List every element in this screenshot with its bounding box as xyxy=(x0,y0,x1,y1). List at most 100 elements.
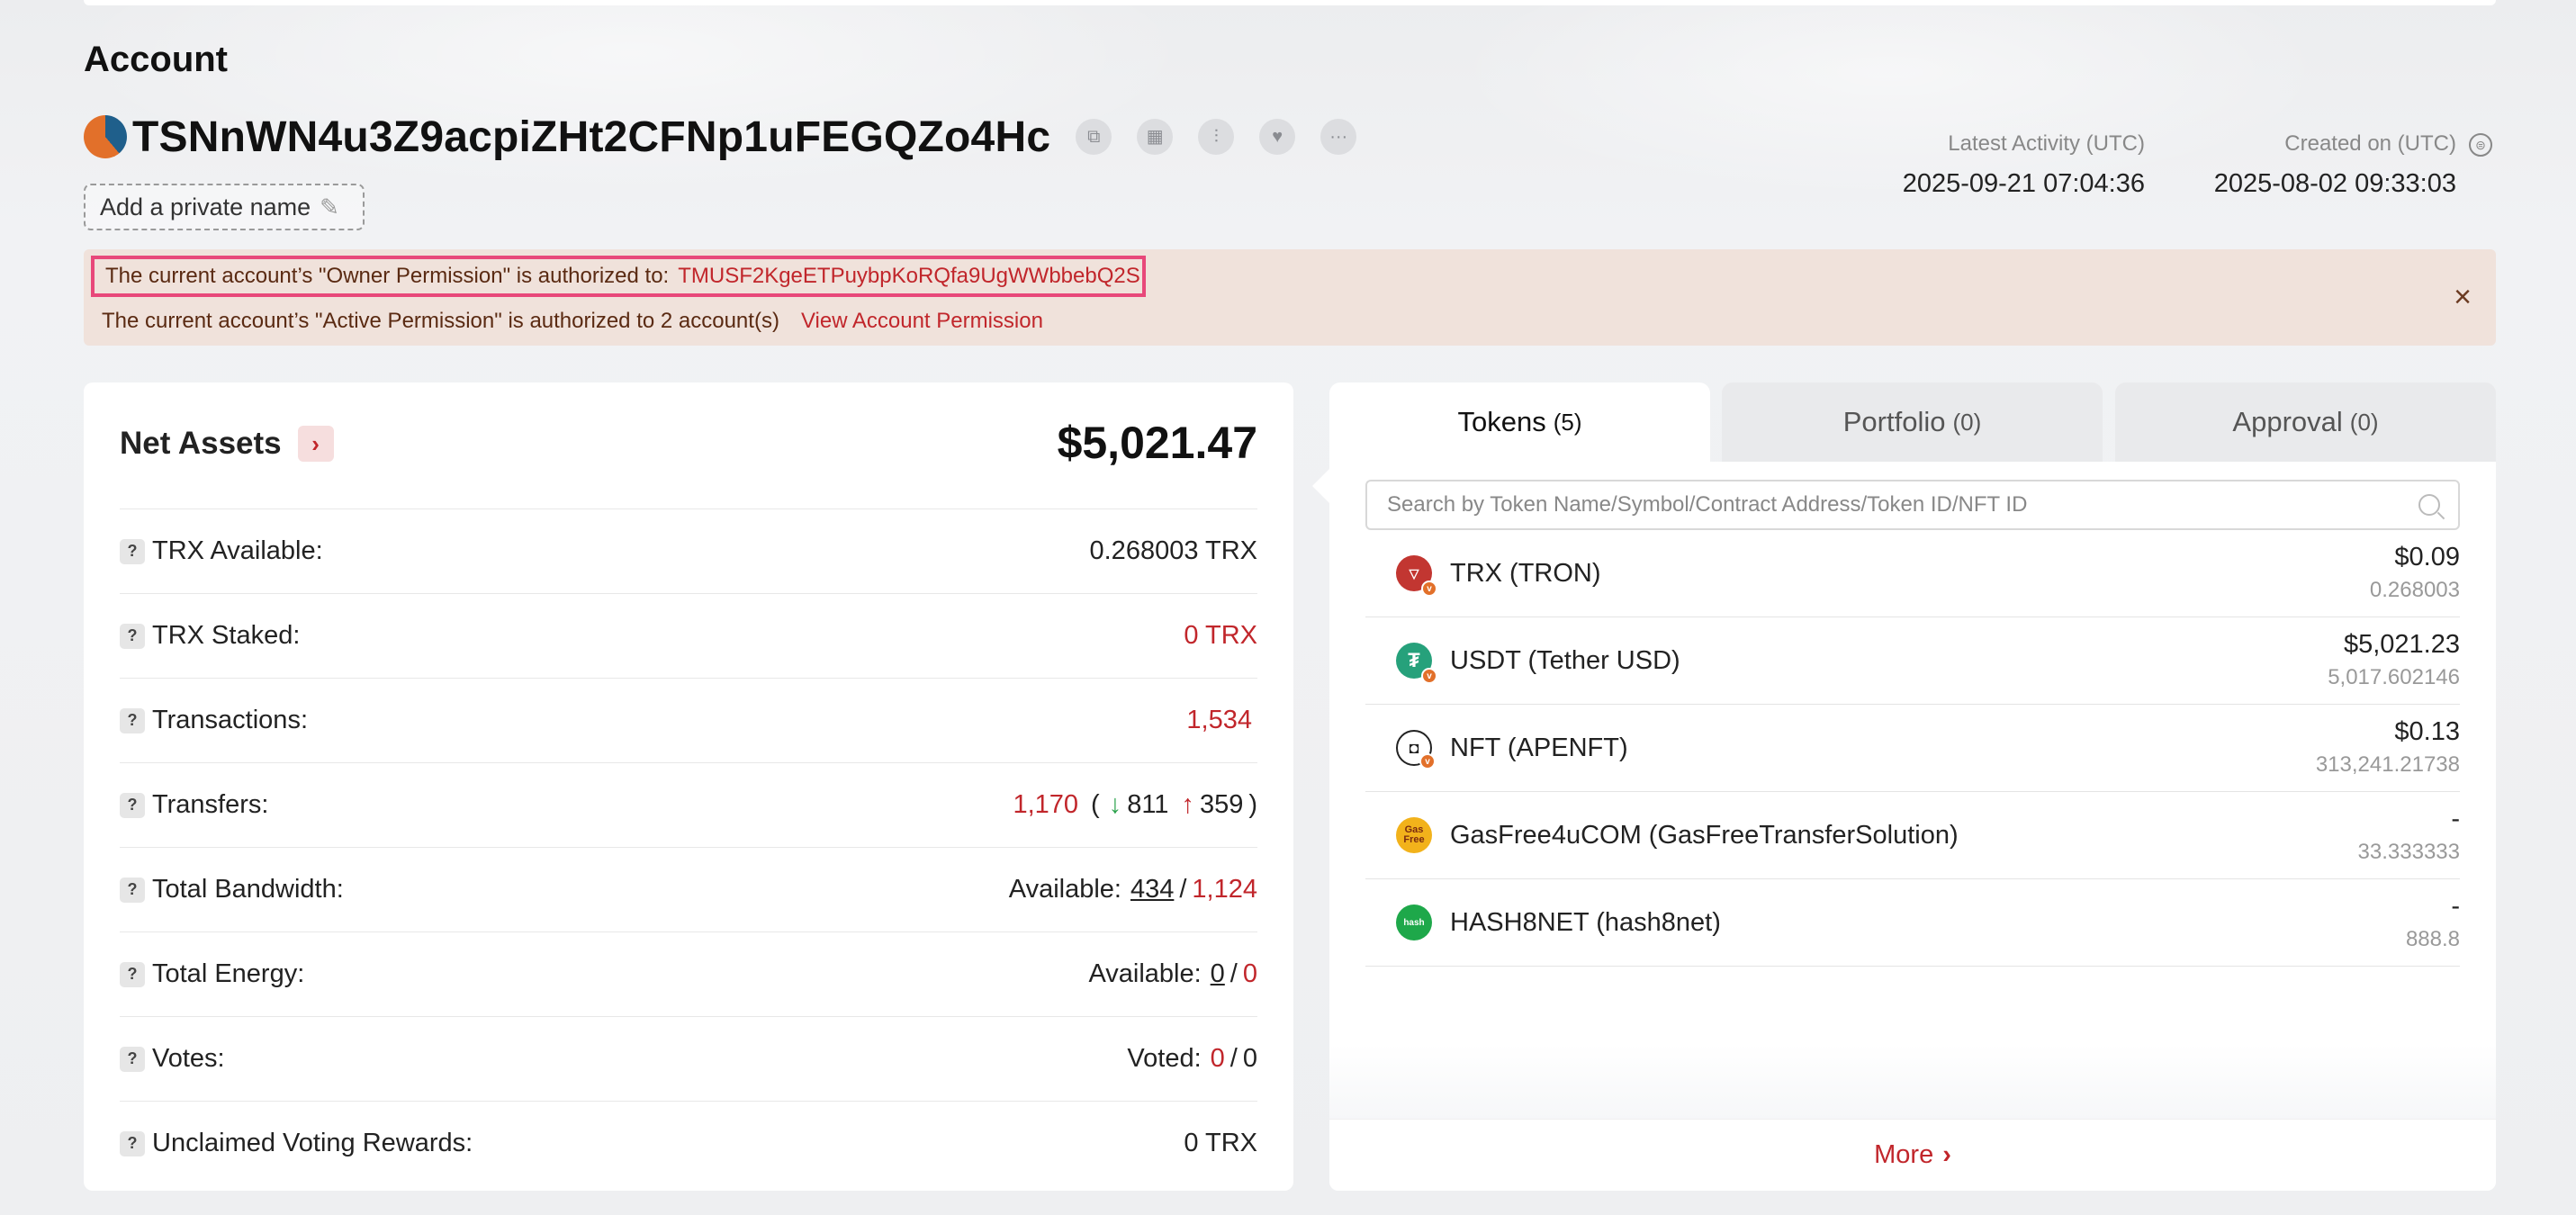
token-usd: - xyxy=(2451,892,2460,921)
qrcode-icon[interactable]: ▦ xyxy=(1137,119,1174,155)
transfers-value: 1,170 ( ↓ 811 ↑ 359 ) xyxy=(1013,790,1257,820)
tab-count: (0) xyxy=(1952,408,1982,436)
top-card-edge xyxy=(84,0,2496,5)
token-usd: $0.13 xyxy=(2394,717,2460,746)
row-trx-staked: ? TRX Staked: 0 TRX xyxy=(120,593,1257,678)
chevron-right-icon: › xyxy=(1942,1140,1951,1169)
close-icon[interactable]: × xyxy=(2447,282,2478,312)
row-transactions: ? Transactions: 1,534 xyxy=(120,678,1257,762)
transfers-total[interactable]: 1,170 xyxy=(1013,790,1078,820)
transactions-value[interactable]: 1,534 xyxy=(1186,706,1252,735)
votes-value: Voted: 0 / 0 xyxy=(1127,1044,1257,1074)
bandwidth-total: 1,124 xyxy=(1192,875,1257,904)
gasfree-icon: Gas Free xyxy=(1396,817,1432,853)
token-row-hash8net[interactable]: hash HASH8NET (hash8net) - 888.8 xyxy=(1365,879,2460,967)
verified-badge-icon: v xyxy=(1421,580,1437,597)
search-icon[interactable] xyxy=(2418,494,2440,516)
help-icon[interactable]: ? xyxy=(120,538,145,564)
row-label: Votes: xyxy=(152,1044,225,1073)
active-permission-line: The current account’s "Active Permission… xyxy=(102,305,1043,338)
copy-icon[interactable]: ⧉ xyxy=(1076,119,1112,155)
token-usd: - xyxy=(2451,805,2460,833)
gasfree-logo-text: Gas Free xyxy=(1403,824,1425,845)
tab-approval[interactable]: Approval (0) xyxy=(2115,382,2496,462)
row-label: TRX Available: xyxy=(152,536,323,565)
row-label: Unclaimed Voting Rewards: xyxy=(152,1129,473,1157)
token-usd: $5,021.23 xyxy=(2343,630,2460,659)
energy-prefix: Available: xyxy=(1088,959,1202,988)
net-assets-title: Net Assets › xyxy=(120,426,334,462)
token-name: NFT (APENFT) xyxy=(1450,733,1628,762)
token-usd: $0.09 xyxy=(2394,543,2460,572)
owner-address-link[interactable]: TMUSF2KgeETPuybpKoRQfa9UgWWbbebQ2S xyxy=(678,264,1140,289)
token-name: GasFree4uCOM (GasFreeTransferSolution) xyxy=(1450,820,1959,850)
account-avatar xyxy=(84,115,127,158)
rewards-value: 0 TRX xyxy=(1184,1129,1257,1157)
help-icon[interactable]: ? xyxy=(120,707,145,734)
help-icon[interactable]: ? xyxy=(120,1130,145,1156)
bandwidth-available: 434 xyxy=(1130,875,1175,904)
account-address: TSNnWN4u3Z9acpiZHt2CFNp1uFEGQZo4Hc xyxy=(132,112,1051,161)
token-row-trx[interactable]: ▽ v TRX (TRON) $0.09 0.268003 xyxy=(1365,530,2460,617)
votes-total: 0 xyxy=(1242,1044,1257,1073)
tab-label: Tokens xyxy=(1457,406,1546,437)
chart-icon[interactable]: ⫶ xyxy=(1198,119,1235,155)
private-name-label: Add a private name xyxy=(100,193,311,220)
tab-count: (5) xyxy=(1553,408,1582,436)
help-icon[interactable]: ? xyxy=(120,623,145,649)
tab-portfolio[interactable]: Portfolio (0) xyxy=(1722,382,2103,462)
owner-permission-line: The current account’s "Owner Permission"… xyxy=(91,256,1146,297)
transfers-out: 359 xyxy=(1199,790,1244,819)
transfers-in: 811 xyxy=(1127,790,1169,819)
tab-tokens[interactable]: Tokens (5) xyxy=(1329,382,1710,462)
token-row-nft[interactable]: ◘ v NFT (APENFT) $0.13 313,241.21738 xyxy=(1365,705,2460,792)
row-label: Total Bandwidth: xyxy=(152,875,344,904)
token-row-gasfree[interactable]: Gas Free GasFree4uCOM (GasFreeTransferSo… xyxy=(1365,792,2460,879)
token-list: ▽ v TRX (TRON) $0.09 0.268003 ₮ v USDT (… xyxy=(1365,530,2460,967)
token-search-input[interactable]: Search by Token Name/Symbol/Contract Add… xyxy=(1365,480,2460,530)
search-placeholder: Search by Token Name/Symbol/Contract Add… xyxy=(1387,492,2028,517)
token-name: USDT (Tether USD) xyxy=(1450,645,1680,675)
pencil-icon: ✎ xyxy=(320,193,339,220)
active-permission-text: The current account’s "Active Permission… xyxy=(102,309,779,333)
hash8net-logo-text: hash xyxy=(1403,917,1425,928)
asset-rows: ? TRX Available: 0.268003 TRX ? TRX Staked… xyxy=(120,508,1257,1185)
help-icon[interactable]: ? xyxy=(120,792,145,818)
row-votes: ? Votes: Voted: 0 / 0 xyxy=(120,1016,1257,1101)
permission-alert: The current account’s "Owner Permission"… xyxy=(84,249,2496,346)
token-amount: 0.268003 xyxy=(2369,578,2460,602)
hash8net-icon: hash xyxy=(1396,904,1432,940)
row-trx-available: ? TRX Available: 0.268003 TRX xyxy=(120,508,1257,593)
help-icon[interactable]: ? xyxy=(120,1046,145,1072)
votes-prefix: Voted: xyxy=(1127,1044,1202,1073)
latest-activity-label: Latest Activity (UTC) xyxy=(1948,131,2145,156)
bandwidth-prefix: Available: xyxy=(1008,875,1121,904)
token-row-usdt[interactable]: ₮ v USDT (Tether USD) $5,021.23 5,017.60… xyxy=(1365,617,2460,705)
account-address-row: TSNnWN4u3Z9acpiZHt2CFNp1uFEGQZo4Hc ⧉ ▦ ⫶… xyxy=(84,110,1357,164)
token-name: TRX (TRON) xyxy=(1450,558,1601,588)
page-title: Account xyxy=(84,40,228,79)
token-amount: 5,017.602146 xyxy=(2328,665,2460,689)
trx-staked-value[interactable]: 0 TRX xyxy=(1184,621,1257,651)
list-fade xyxy=(1329,1044,2496,1120)
row-label: Total Energy: xyxy=(152,959,305,988)
row-label: Transactions: xyxy=(152,706,308,734)
votes-voted[interactable]: 0 xyxy=(1211,1044,1225,1074)
token-name: HASH8NET (hash8net) xyxy=(1450,907,1721,937)
view-account-permission-link[interactable]: View Account Permission xyxy=(801,309,1043,334)
chevron-right-icon[interactable]: › xyxy=(297,426,334,462)
more-button[interactable]: More › xyxy=(1329,1119,2496,1191)
help-icon[interactable]: ? xyxy=(120,877,145,903)
add-private-name-button[interactable]: Add a private name ✎ xyxy=(84,184,365,230)
more-icon[interactable]: ··· xyxy=(1320,119,1357,155)
panel-pointer xyxy=(1312,468,1330,504)
timezone-icon[interactable]: ⊜ xyxy=(2469,133,2492,157)
owner-permission-text: The current account’s "Owner Permission"… xyxy=(105,264,670,288)
verified-badge-icon: v xyxy=(1421,668,1437,684)
more-label: More xyxy=(1874,1140,1934,1169)
help-icon[interactable]: ? xyxy=(120,961,145,987)
token-amount: 313,241.21738 xyxy=(2315,752,2460,777)
net-assets-card: Net Assets › $5,021.47 ? TRX Available: 0… xyxy=(84,382,1293,1191)
tab-label: Portfolio xyxy=(1842,406,1946,437)
heart-icon[interactable]: ♥ xyxy=(1259,119,1296,155)
